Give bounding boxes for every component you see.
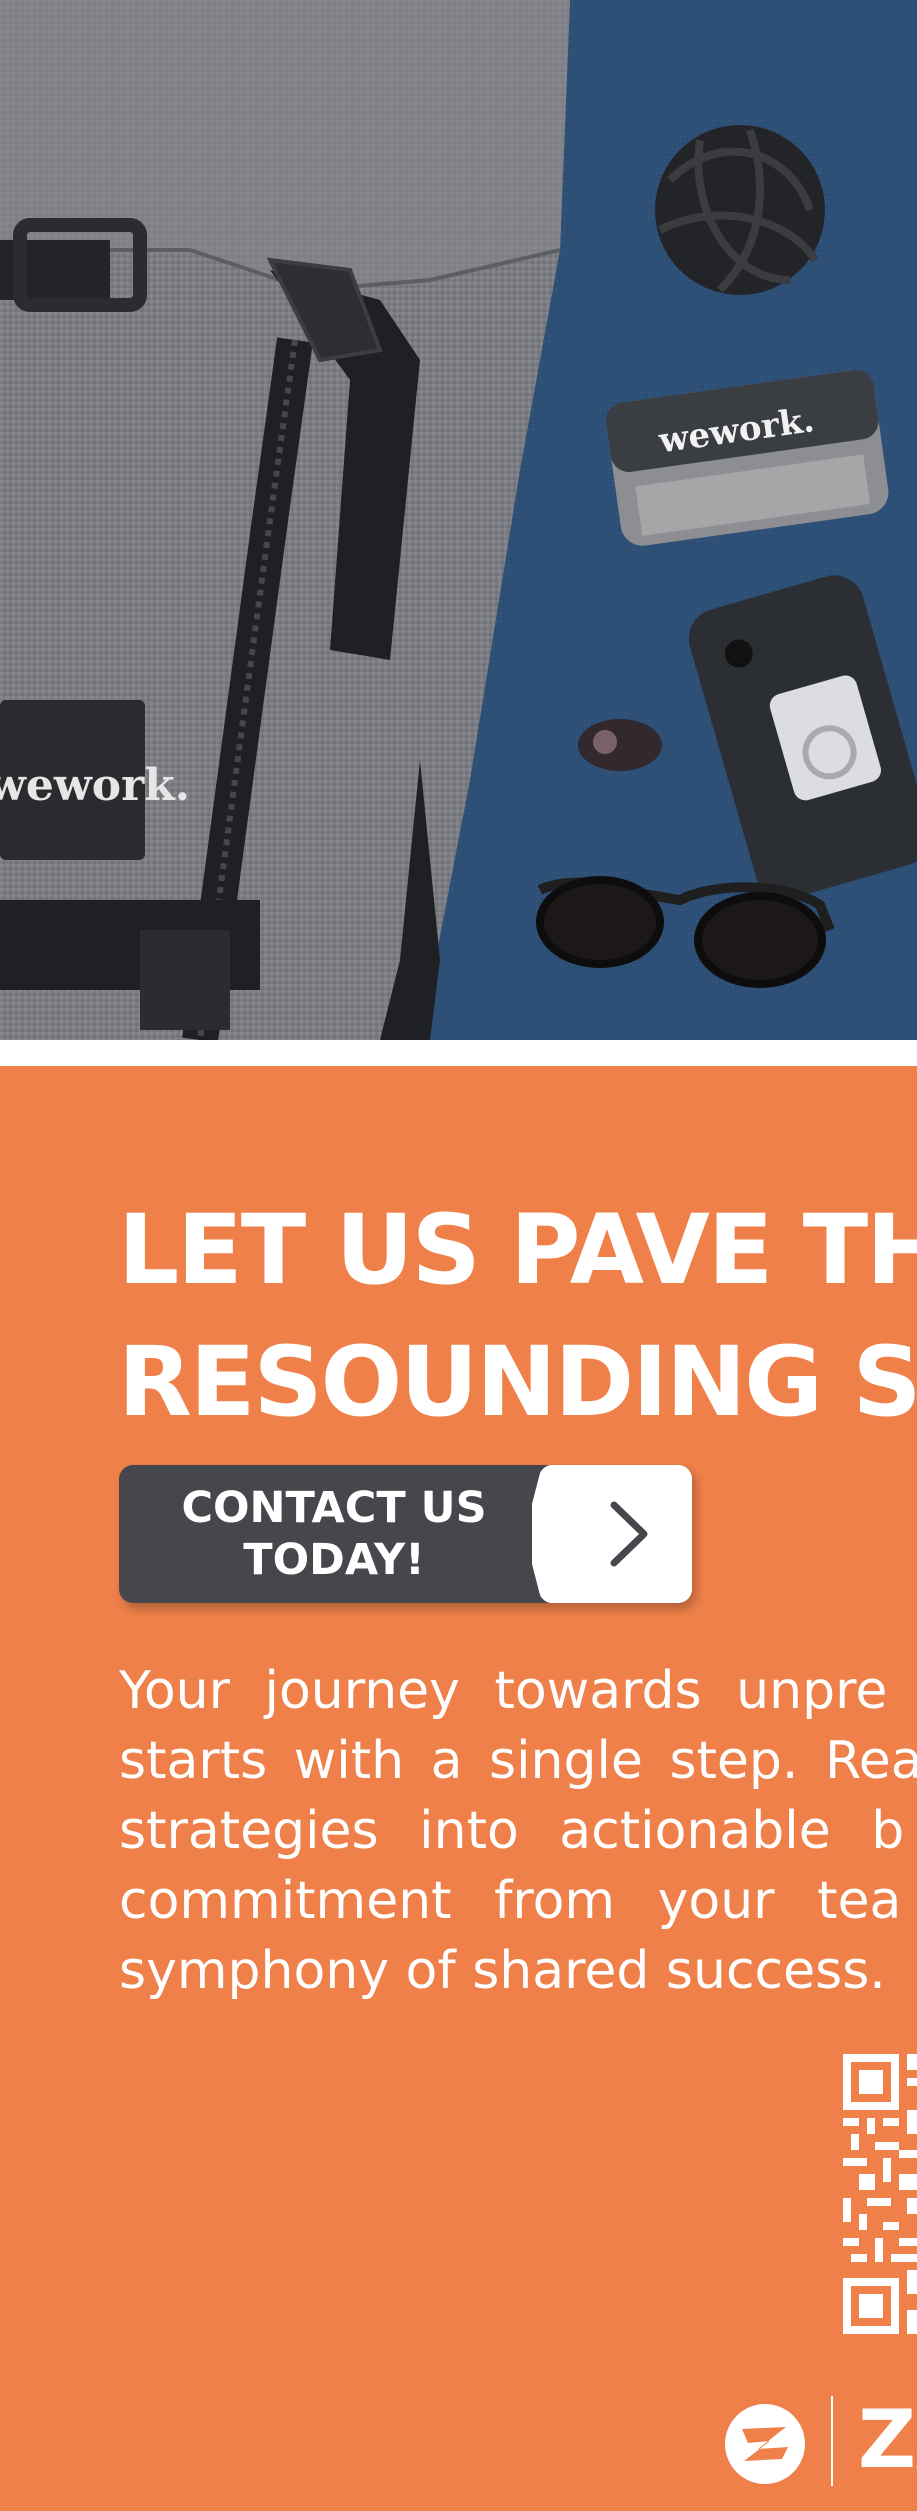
contact-us-button[interactable]: CONTACT US TODAY! [119, 1465, 692, 1603]
company-logo-text: ZA [858, 2393, 917, 2486]
chevron-right-icon [532, 1465, 692, 1603]
headline-line-2: RESOUNDING S [118, 1326, 917, 1438]
qr-code [843, 2054, 917, 2334]
product-photo: wework. wework. [0, 0, 917, 1040]
contact-us-label: CONTACT US TODAY! [119, 1465, 549, 1603]
intro-line-5: symphony of shared success. [119, 1941, 886, 2001]
promo-section: LET US PAVE TH RESOUNDING S CONTACT US T… [0, 1066, 917, 2511]
backpack-flatlay-illustration: wework. wework. [0, 0, 917, 1040]
intro-line-4: commitment from your tea [119, 1871, 902, 1931]
intro-line-2: starts with a single step. Rea [119, 1731, 917, 1791]
patch-brand-text: wework. [0, 760, 190, 811]
headline-line-1: LET US PAVE TH [118, 1194, 917, 1306]
headline: LET US PAVE TH RESOUNDING S [118, 1184, 917, 1448]
contact-us-label-line-1: CONTACT US [181, 1483, 487, 1533]
intro-line-1: Your journey towards unpre [119, 1661, 888, 1721]
logo-divider [831, 2396, 833, 2486]
intro-paragraph: Your journey towards unpre starts with a… [119, 1656, 917, 2006]
intro-line-3: strategies into actionable b [119, 1801, 905, 1861]
contact-us-label-line-2: TODAY! [243, 1535, 425, 1585]
company-logo-icon [725, 2404, 805, 2484]
